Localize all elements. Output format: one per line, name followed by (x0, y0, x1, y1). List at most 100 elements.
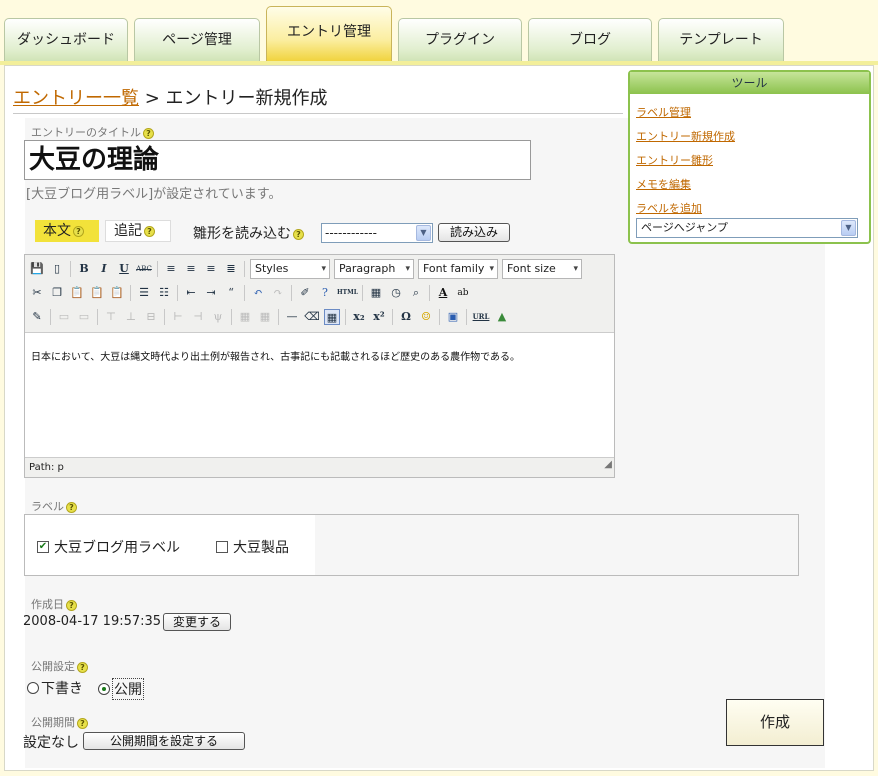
template-label-text: 雛形を読み込む (193, 226, 291, 242)
label-checkbox-soy-products[interactable]: 大豆製品 (216, 537, 289, 557)
horizontal-rule-icon[interactable]: — (284, 309, 300, 325)
redo-icon[interactable]: ↷ (270, 285, 286, 301)
styles-dropdown[interactable]: Styles (250, 259, 330, 279)
superscript-icon[interactable]: x² (371, 309, 387, 325)
tools-link-new-entry[interactable]: エントリー新規作成 (636, 128, 735, 144)
emoticon-icon[interactable]: ☺ (418, 309, 434, 325)
subscript-icon[interactable]: x₂ (351, 309, 367, 325)
indent-icon[interactable]: ⇥ (203, 285, 219, 301)
editor-content[interactable]: 日本において、大豆は縄文時代より出土例が報告され、古事記にも記載されるほど歴史の… (31, 348, 520, 363)
html-source-icon[interactable]: HTML (337, 285, 358, 301)
split-cells-icon[interactable]: ▦ (237, 309, 253, 325)
help-icon[interactable]: ? (73, 225, 84, 237)
tools-link-add-label[interactable]: ラベルを追加 (636, 200, 702, 216)
help-icon[interactable]: ? (66, 501, 77, 513)
merge-cells-icon[interactable]: ▦ (257, 309, 273, 325)
delete-row-icon[interactable]: ⊟ (143, 309, 159, 325)
create-button[interactable]: 作成 (726, 699, 824, 746)
paste-word-icon[interactable]: 📋 (109, 285, 125, 301)
publish-radio-public[interactable]: 公開 (98, 678, 144, 700)
tools-link-entry-template[interactable]: エントリー雛形 (636, 152, 713, 168)
tab-page-management[interactable]: ページ管理 (134, 18, 260, 62)
copy-icon[interactable]: ❐ (49, 285, 65, 301)
help-icon[interactable]: ? (66, 599, 77, 611)
help-icon[interactable]: ? (77, 661, 88, 673)
text-color-icon[interactable]: A (435, 285, 451, 301)
load-template-button[interactable]: 読み込み (438, 223, 510, 242)
format-dropdown[interactable]: Paragraph (334, 259, 414, 279)
delete-col-icon[interactable]: ψ (210, 309, 226, 325)
help-icon[interactable]: ? (143, 127, 154, 139)
tools-link-edit-memo[interactable]: メモを編集 (636, 176, 691, 192)
resize-handle-icon[interactable]: ◢ (604, 455, 612, 475)
font-size-dropdown[interactable]: Font size (502, 259, 582, 279)
main-tabs: ダッシュボード ページ管理 エントリ管理 プラグイン ブログ テンプレート (0, 0, 878, 62)
outdent-icon[interactable]: ⇤ (183, 285, 199, 301)
breadcrumb-entry-list-link[interactable]: エントリー一覧 (13, 88, 139, 109)
table-cell-props-icon[interactable]: ▭ (76, 309, 92, 325)
radio-selected-icon[interactable] (98, 683, 110, 695)
tools-link-label-management[interactable]: ラベル管理 (636, 104, 691, 120)
special-char-icon[interactable]: Ω (398, 309, 414, 325)
radio-label: 公開 (112, 678, 144, 700)
insert-row-before-icon[interactable]: ⊤ (103, 309, 119, 325)
publish-radio-draft[interactable]: 下書き (27, 678, 83, 698)
numbered-list-icon[interactable]: ☷ (156, 285, 172, 301)
label-checkbox-soy-blog[interactable]: ✔ 大豆ブログ用ラベル (37, 537, 180, 557)
align-justify-icon[interactable]: ≣ (223, 261, 239, 277)
template-select[interactable]: ------------ ▼ (321, 223, 433, 243)
bold-icon[interactable]: B (76, 261, 92, 277)
chevron-down-icon[interactable]: ▼ (841, 220, 856, 236)
checkbox-unchecked-icon[interactable] (216, 541, 228, 553)
insert-date-icon[interactable]: ▦ (368, 285, 384, 301)
insert-row-after-icon[interactable]: ⊥ (123, 309, 139, 325)
page-jump-select[interactable]: ページへジャンプ ▼ (636, 218, 858, 238)
visual-aid-icon[interactable]: ▦ (324, 309, 340, 325)
insert-time-icon[interactable]: ◷ (388, 285, 404, 301)
paste-text-icon[interactable]: 📋 (89, 285, 105, 301)
set-period-button[interactable]: 公開期間を設定する (83, 732, 245, 750)
align-center-icon[interactable]: ≡ (183, 261, 199, 277)
insert-col-after-icon[interactable]: ⊣ (190, 309, 206, 325)
link-icon[interactable]: URL (472, 309, 490, 325)
remove-format-icon[interactable]: ⌫ (304, 309, 320, 325)
edit-icon[interactable]: ✎ (29, 309, 45, 325)
background-color-icon[interactable]: ab (455, 285, 471, 301)
tab-blog[interactable]: ブログ (528, 18, 652, 62)
save-icon[interactable]: 💾 (29, 261, 45, 277)
radio-unselected-icon[interactable] (27, 682, 39, 694)
image-icon[interactable]: ▲ (494, 309, 510, 325)
media-icon[interactable]: ▣ (445, 309, 461, 325)
entry-title-input[interactable]: 大豆の理論 (24, 140, 531, 180)
paste-icon[interactable]: 📋 (69, 285, 85, 301)
align-left-icon[interactable]: ≡ (163, 261, 179, 277)
tab-entry-management[interactable]: エントリ管理 (266, 6, 392, 62)
toolbar-separator (244, 285, 245, 301)
help-icon[interactable]: ? (317, 285, 333, 301)
blockquote-icon[interactable]: “ (223, 285, 239, 301)
tab-templates[interactable]: テンプレート (658, 18, 784, 62)
table-row-props-icon[interactable]: ▭ (56, 309, 72, 325)
new-document-icon[interactable]: ▯ (49, 261, 65, 277)
italic-icon[interactable]: I (96, 261, 112, 277)
help-icon[interactable]: ? (144, 225, 155, 237)
cut-icon[interactable]: ✂ (29, 285, 45, 301)
undo-icon[interactable]: ↶ (250, 285, 266, 301)
tab-extra[interactable]: 追記? (105, 220, 171, 242)
help-icon[interactable]: ? (293, 228, 304, 240)
tab-body[interactable]: 本文? (35, 220, 99, 242)
cleanup-icon[interactable]: ✐ (297, 285, 313, 301)
help-icon[interactable]: ? (77, 717, 88, 729)
font-family-dropdown[interactable]: Font family (418, 259, 498, 279)
tab-dashboard[interactable]: ダッシュボード (4, 18, 128, 62)
checkbox-checked-icon[interactable]: ✔ (37, 541, 49, 553)
insert-col-before-icon[interactable]: ⊢ (170, 309, 186, 325)
align-right-icon[interactable]: ≡ (203, 261, 219, 277)
bullet-list-icon[interactable]: ☰ (136, 285, 152, 301)
tab-plugins[interactable]: プラグイン (398, 18, 522, 62)
underline-icon[interactable]: U (116, 261, 132, 277)
chevron-down-icon[interactable]: ▼ (416, 225, 431, 241)
strikethrough-icon[interactable]: ABC (136, 261, 152, 277)
preview-icon[interactable]: ⌕ (408, 285, 424, 301)
change-date-button[interactable]: 変更する (163, 613, 231, 631)
